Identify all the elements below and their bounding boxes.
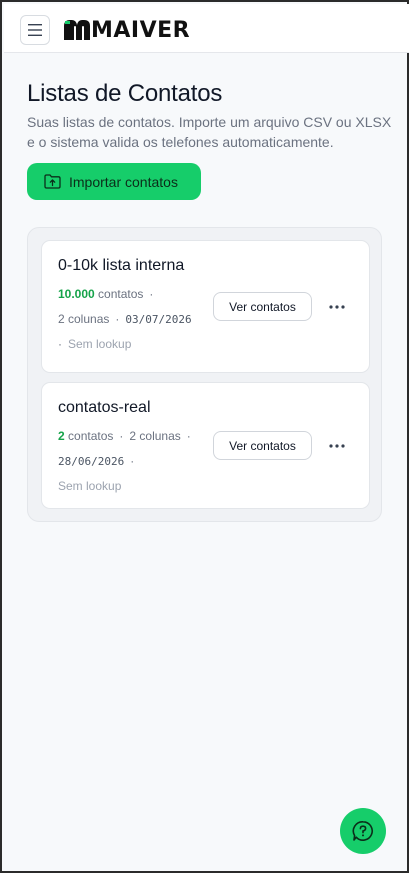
list-name: 0-10k lista interna [58,257,185,274]
page-title: Listas de Contatos [27,80,223,107]
import-contacts-button[interactable]: Importar contatos [27,163,201,200]
app-frame: MAIVER Listas de Contatos Suas listas de… [0,0,409,873]
menu-button[interactable] [20,15,50,45]
view-contacts-button[interactable]: Ver contatos [213,292,312,321]
logo-mark-icon [64,20,90,40]
list-meta: 10.000 contatos · 2 colunas · 03/07/2026 · S… [58,287,192,351]
top-bar: MAIVER [4,4,409,53]
column-count: 2 colunas [58,312,110,326]
page-subtitle: Suas listas de contatos. Importe um arqu… [27,114,392,150]
more-horizontal-icon [329,444,345,448]
hamburger-icon [28,24,42,36]
contact-lists-panel: 0-10k lista interna 10.000 contatos · 2 c… [27,227,382,522]
logo[interactable]: MAIVER [62,16,190,44]
lookup-status: Sem lookup [58,479,122,493]
contact-count-suffix: contatos [98,287,144,301]
list-date: 03/07/2026 [125,313,192,326]
list-card: 0-10k lista interna 10.000 contatos · 2 c… [41,240,370,373]
import-button-label: Importar contatos [69,173,178,190]
logo-text: MAIVER [91,17,191,43]
contact-count: 10.000 [58,287,95,301]
contact-count-suffix: contatos [68,429,114,443]
help-chat-icon [352,820,373,841]
list-meta: 2 contatos · 2 colunas · 28/06/2026 · Sem lo… [58,429,191,493]
help-chat-button[interactable] [340,808,386,854]
lookup-status: Sem lookup [68,337,132,351]
folder-upload-icon [44,174,61,189]
contact-count: 2 [58,429,65,443]
more-options-button[interactable] [326,296,348,318]
list-date: 28/06/2026 [58,455,125,468]
list-name: contatos-real [58,399,151,416]
more-options-button[interactable] [326,435,348,457]
more-horizontal-icon [329,305,345,309]
column-count: 2 colunas [129,429,181,443]
list-card: contatos-real 2 contatos · 2 colunas · 28/0… [41,382,370,509]
view-contacts-button[interactable]: Ver contatos [213,431,312,460]
